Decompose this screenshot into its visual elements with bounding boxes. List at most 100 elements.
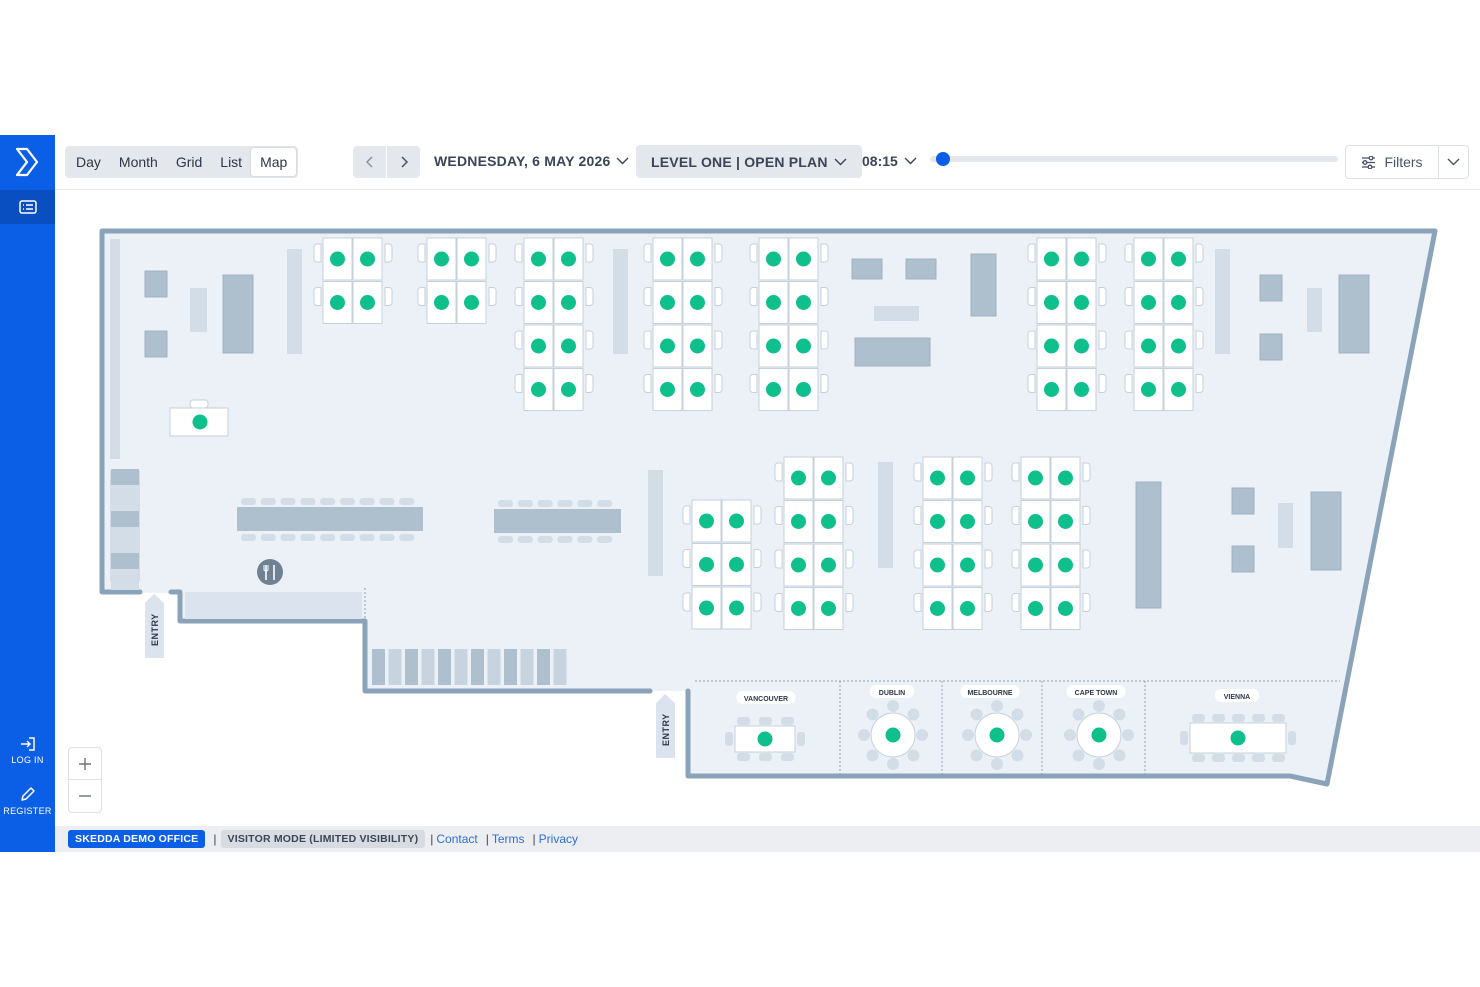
- login-button[interactable]: LOG IN: [0, 736, 55, 765]
- available-desk-marker[interactable]: [729, 557, 744, 572]
- available-desk-marker[interactable]: [360, 295, 375, 310]
- available-room-marker[interactable]: [885, 727, 901, 743]
- view-tab-list[interactable]: List: [211, 148, 251, 176]
- available-room-marker[interactable]: [1091, 727, 1107, 743]
- available-desk-marker[interactable]: [1074, 338, 1089, 354]
- available-desk-marker[interactable]: [690, 295, 705, 310]
- available-desk-marker[interactable]: [930, 514, 945, 529]
- available-desk-marker[interactable]: [464, 251, 479, 267]
- available-desk-marker[interactable]: [1074, 295, 1089, 310]
- filters-button[interactable]: Filters: [1346, 146, 1439, 178]
- list-view-icon[interactable]: [0, 190, 55, 224]
- available-room-marker[interactable]: [989, 727, 1005, 743]
- available-desk-marker[interactable]: [729, 600, 744, 616]
- previous-day-button[interactable]: [353, 146, 386, 178]
- terms-link[interactable]: Terms: [492, 832, 525, 846]
- available-desk-marker[interactable]: [561, 382, 576, 397]
- available-desk-marker[interactable]: [1028, 601, 1043, 616]
- view-tab-month[interactable]: Month: [110, 148, 167, 176]
- privacy-link[interactable]: Privacy: [539, 832, 578, 846]
- venue-badge[interactable]: SKEDDA DEMO OFFICE: [68, 830, 206, 848]
- available-desk-marker[interactable]: [531, 382, 546, 397]
- available-desk-marker[interactable]: [766, 295, 781, 310]
- available-desk-marker[interactable]: [791, 601, 806, 616]
- available-desk-marker[interactable]: [930, 557, 945, 573]
- available-desk-marker[interactable]: [766, 251, 781, 267]
- available-desk-marker[interactable]: [766, 338, 781, 354]
- available-desk-marker[interactable]: [729, 513, 744, 529]
- available-desk-marker[interactable]: [791, 514, 806, 529]
- available-desk-marker[interactable]: [360, 251, 375, 267]
- available-desk-marker[interactable]: [561, 251, 576, 267]
- available-desk-marker[interactable]: [699, 600, 714, 616]
- view-tab-day[interactable]: Day: [67, 148, 110, 176]
- available-desk-marker[interactable]: [960, 470, 975, 486]
- available-desk-marker[interactable]: [531, 338, 546, 354]
- available-desk-marker[interactable]: [960, 514, 975, 529]
- available-room-marker[interactable]: [1230, 730, 1246, 746]
- level-selector[interactable]: LEVEL ONE | OPEN PLAN: [636, 145, 862, 178]
- available-desk-marker[interactable]: [930, 601, 945, 616]
- available-desk-marker[interactable]: [960, 601, 975, 616]
- available-desk-marker[interactable]: [1028, 470, 1043, 486]
- available-desk-marker[interactable]: [561, 295, 576, 310]
- available-desk-marker[interactable]: [699, 513, 714, 529]
- available-desk-marker[interactable]: [796, 295, 811, 310]
- available-desk-marker[interactable]: [1044, 382, 1059, 397]
- available-desk-marker[interactable]: [1058, 557, 1073, 573]
- register-button[interactable]: REGISTER: [0, 785, 55, 816]
- available-desk-marker[interactable]: [1058, 470, 1073, 486]
- available-desk-marker[interactable]: [690, 251, 705, 267]
- view-tab-map[interactable]: Map: [251, 148, 297, 176]
- time-slider-handle[interactable]: [936, 152, 951, 166]
- date-picker[interactable]: WEDNESDAY, 6 MAY 2026: [434, 153, 629, 169]
- available-desk-marker[interactable]: [796, 251, 811, 267]
- available-desk-marker[interactable]: [1074, 251, 1089, 267]
- available-desk-marker[interactable]: [796, 338, 811, 354]
- available-desk-marker[interactable]: [1141, 295, 1156, 310]
- available-desk-marker[interactable]: [796, 382, 811, 397]
- available-desk-marker[interactable]: [330, 251, 345, 267]
- zoom-in-button[interactable]: [69, 748, 101, 780]
- available-desk-marker[interactable]: [690, 382, 705, 397]
- next-day-button[interactable]: [387, 146, 420, 178]
- available-desk-marker[interactable]: [464, 295, 479, 310]
- available-desk-marker[interactable]: [821, 514, 836, 529]
- skedda-logo-icon[interactable]: [10, 145, 44, 179]
- available-desk-marker[interactable]: [660, 251, 675, 267]
- available-desk-marker[interactable]: [821, 470, 836, 486]
- available-desk-marker[interactable]: [1044, 251, 1059, 267]
- available-desk-marker[interactable]: [821, 557, 836, 573]
- available-desk-marker[interactable]: [791, 470, 806, 486]
- available-desk-marker[interactable]: [434, 295, 449, 310]
- available-desk-marker[interactable]: [1141, 251, 1156, 267]
- available-desk-marker[interactable]: [960, 557, 975, 573]
- cafe-icon[interactable]: [257, 559, 283, 585]
- available-desk-marker[interactable]: [531, 295, 546, 310]
- available-desk-marker[interactable]: [1171, 382, 1186, 397]
- contact-link[interactable]: Contact: [436, 832, 477, 846]
- available-desk-marker[interactable]: [1044, 295, 1059, 310]
- time-picker[interactable]: 08:15: [862, 153, 917, 169]
- time-slider[interactable]: [930, 152, 1338, 166]
- available-desk-marker[interactable]: [531, 251, 546, 267]
- available-desk-marker[interactable]: [192, 414, 208, 430]
- available-desk-marker[interactable]: [1058, 601, 1073, 616]
- available-desk-marker[interactable]: [690, 338, 705, 354]
- available-desk-marker[interactable]: [434, 251, 449, 267]
- available-desk-marker[interactable]: [330, 295, 345, 310]
- available-desk-marker[interactable]: [930, 470, 945, 486]
- available-desk-marker[interactable]: [1044, 338, 1059, 354]
- available-desk-marker[interactable]: [1171, 251, 1186, 267]
- available-desk-marker[interactable]: [660, 338, 675, 354]
- available-desk-marker[interactable]: [561, 338, 576, 354]
- zoom-out-button[interactable]: [69, 780, 101, 812]
- available-desk-marker[interactable]: [1141, 382, 1156, 397]
- view-tab-grid[interactable]: Grid: [167, 148, 211, 176]
- available-desk-marker[interactable]: [1074, 382, 1089, 397]
- available-desk-marker[interactable]: [766, 382, 781, 397]
- filters-dropdown-button[interactable]: [1439, 146, 1468, 178]
- available-desk-marker[interactable]: [1141, 338, 1156, 354]
- available-desk-marker[interactable]: [1028, 514, 1043, 529]
- available-desk-marker[interactable]: [1171, 295, 1186, 310]
